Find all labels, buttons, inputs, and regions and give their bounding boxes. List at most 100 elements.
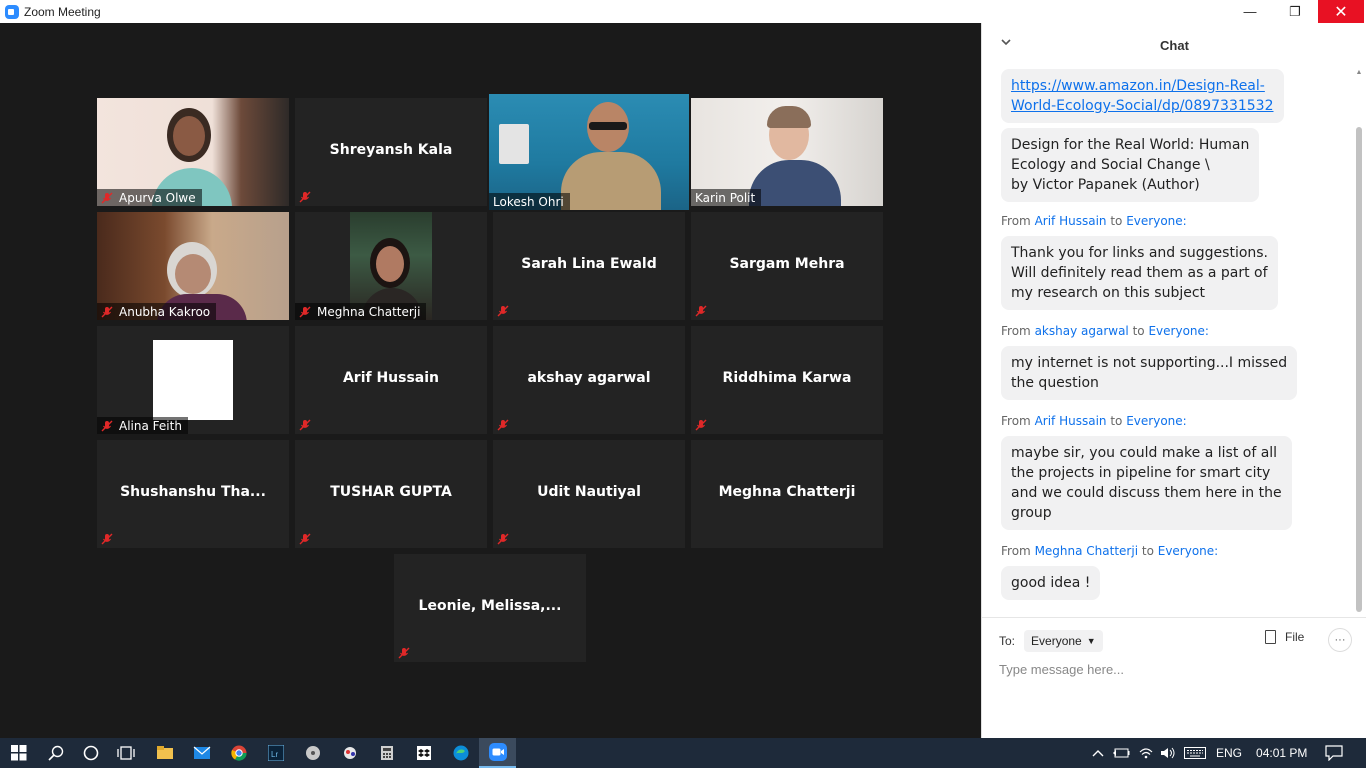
participant-tile[interactable]: Meghna Chatterji	[295, 212, 487, 320]
participant-name-label: Lokesh Ohri	[489, 193, 570, 210]
chat-recipient[interactable]: Everyone:	[1148, 324, 1208, 338]
participant-tile[interactable]: Shushanshu Tha...	[97, 440, 289, 548]
participant-tile[interactable]: Sargam Mehra	[691, 212, 883, 320]
close-button[interactable]: ✕	[1318, 0, 1364, 23]
chrome-icon[interactable]	[220, 738, 257, 768]
chat-header: Chat	[982, 23, 1366, 67]
participant-name-label: Apurva Olwe	[97, 189, 202, 206]
cortana-icon[interactable]	[72, 738, 109, 768]
mail-icon[interactable]	[183, 738, 220, 768]
participant-tile[interactable]: Udit Nautiyal	[493, 440, 685, 548]
muted-mic-icon	[695, 305, 707, 317]
participant-tile[interactable]: Meghna Chatterji	[691, 440, 883, 548]
edge-icon[interactable]	[442, 738, 479, 768]
participant-name: TUSHAR GUPTA	[330, 484, 452, 500]
chat-sender[interactable]: akshay agarwal	[1035, 324, 1129, 338]
participant-tile[interactable]: Apurva Olwe	[97, 98, 289, 206]
participant-name: Sargam Mehra	[729, 256, 845, 272]
chat-sender[interactable]: Arif Hussain	[1035, 214, 1107, 228]
zoom-taskbar-icon[interactable]	[479, 738, 516, 768]
participant-video	[153, 340, 233, 420]
muted-mic-icon	[101, 192, 113, 204]
scroll-up-icon[interactable]: ▲	[1355, 69, 1363, 77]
maximize-button[interactable]: ❐	[1272, 0, 1318, 23]
participant-tile[interactable]: TUSHAR GUPTA	[295, 440, 487, 548]
task-view-icon[interactable]	[107, 738, 144, 768]
recipient-dropdown[interactable]: Everyone ▼	[1024, 630, 1103, 652]
muted-mic-icon	[497, 533, 509, 545]
volume-icon[interactable]	[1160, 747, 1176, 759]
muted-mic-icon	[101, 420, 113, 432]
participant-name-label: Alina Feith	[97, 417, 188, 434]
muted-mic-icon	[299, 419, 311, 431]
clock[interactable]: 04:01 PM	[1256, 746, 1307, 760]
language-indicator[interactable]: ENG	[1216, 746, 1242, 760]
chat-recipient[interactable]: Everyone:	[1158, 544, 1218, 558]
window-title: Zoom Meeting	[24, 4, 101, 19]
minimize-button[interactable]: —	[1227, 0, 1273, 23]
muted-mic-icon	[299, 191, 311, 203]
participant-tile[interactable]: Arif Hussain	[295, 326, 487, 434]
keyboard-icon[interactable]	[1184, 747, 1206, 759]
participant-name: Leonie, Melissa,...	[418, 598, 562, 614]
muted-mic-icon	[497, 419, 509, 431]
file-button[interactable]: File	[1265, 630, 1304, 644]
participant-name: Sarah Lina Ewald	[521, 256, 657, 272]
participant-tile[interactable]: Leonie, Melissa,...	[394, 554, 586, 662]
participant-tile[interactable]: Sarah Lina Ewald	[493, 212, 685, 320]
participant-name: Udit Nautiyal	[537, 484, 641, 500]
chat-sender-line: From Meghna Chatterji to Everyone:	[1001, 544, 1219, 558]
participant-tile[interactable]: Shreyansh Kala	[295, 98, 487, 206]
chat-sender-line: From Arif Hussain to Everyone:	[1001, 214, 1187, 228]
muted-mic-icon	[695, 419, 707, 431]
dropbox-icon[interactable]	[405, 738, 442, 768]
participant-tile[interactable]: Alina Feith	[97, 326, 289, 434]
participant-name: Shreyansh Kala	[329, 142, 453, 158]
participant-tile[interactable]: Anubha Kakroo	[97, 212, 289, 320]
chat-scrollbar[interactable]: ▲	[1355, 67, 1363, 617]
scrollbar-thumb[interactable]	[1356, 127, 1362, 612]
snipping-app-icon[interactable]	[331, 738, 368, 768]
windows-start-icon[interactable]	[0, 738, 37, 768]
windows-taskbar: Lr ENG 04:01 PM	[0, 738, 1366, 768]
participant-name: Riddhima Karwa	[722, 370, 852, 386]
file-explorer-icon[interactable]	[146, 738, 183, 768]
wifi-icon[interactable]	[1138, 747, 1154, 759]
zoom-app-icon	[5, 4, 19, 19]
search-icon[interactable]	[37, 738, 74, 768]
participant-name-label: Meghna Chatterji	[295, 303, 427, 320]
disk-app-icon[interactable]	[294, 738, 331, 768]
chat-message-list[interactable]: https://www.amazon.in/Design-Real- World-…	[982, 67, 1353, 617]
recipient-row: To: Everyone ▼	[999, 630, 1103, 652]
chat-message: Thank you for links and suggestions. Wil…	[1001, 236, 1279, 310]
participant-tile[interactable]: akshay agarwal	[493, 326, 685, 434]
chevron-down-icon[interactable]	[1000, 36, 1012, 48]
more-options-button[interactable]: ···	[1328, 628, 1352, 652]
chevron-down-icon: ▼	[1086, 636, 1096, 646]
battery-icon[interactable]	[1112, 747, 1130, 759]
svg-text:Lr: Lr	[271, 750, 278, 759]
chat-message: Design for the Real World: Human Ecology…	[1001, 128, 1260, 202]
notifications-icon[interactable]	[1325, 745, 1343, 761]
chat-recipient[interactable]: Everyone:	[1126, 214, 1186, 228]
chat-message: my internet is not supporting...I missed…	[1001, 346, 1298, 400]
active-speaker-tile[interactable]: Lokesh Ohri	[489, 94, 689, 210]
muted-mic-icon	[101, 306, 113, 318]
participant-tile[interactable]: Karin Polit	[691, 98, 883, 206]
chat-message-input[interactable]	[999, 659, 1349, 679]
chat-sender[interactable]: Meghna Chatterji	[1035, 544, 1138, 558]
participant-name: Shushanshu Tha...	[120, 484, 266, 500]
participant-tile[interactable]: Riddhima Karwa	[691, 326, 883, 434]
lightroom-icon[interactable]: Lr	[257, 738, 294, 768]
chat-sender[interactable]: Arif Hussain	[1035, 414, 1107, 428]
chat-panel: Chat https://www.amazon.in/Design-Real- W…	[981, 23, 1366, 738]
chat-link[interactable]: https://www.amazon.in/Design-Real- World-…	[1011, 78, 1274, 114]
chat-recipient[interactable]: Everyone:	[1126, 414, 1186, 428]
chat-message: maybe sir, you could make a list of all …	[1001, 436, 1292, 530]
calculator-icon[interactable]	[368, 738, 405, 768]
chat-title: Chat	[1160, 37, 1189, 53]
chevron-up-icon[interactable]	[1092, 749, 1104, 757]
to-label: To:	[999, 634, 1016, 648]
muted-mic-icon	[398, 647, 410, 659]
muted-mic-icon	[497, 305, 509, 317]
